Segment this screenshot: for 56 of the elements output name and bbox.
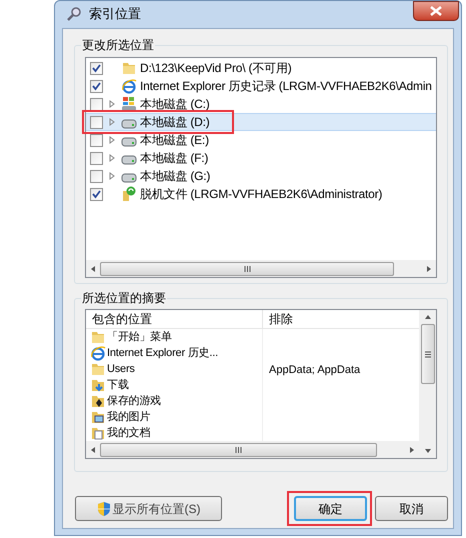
tree-item-label[interactable]: 本地磁盘 (C:): [140, 96, 210, 112]
table-cell: 下载: [107, 378, 129, 392]
checkbox[interactable]: [90, 188, 103, 200]
grip-icon: [235, 446, 242, 453]
vertical-scrollbar[interactable]: [419, 310, 436, 458]
close-button[interactable]: [413, 1, 459, 21]
browser-icon: [90, 345, 106, 362]
column-header[interactable]: 排除: [263, 310, 419, 328]
pictures-folder-icon: [90, 409, 106, 426]
checkbox[interactable]: [90, 62, 103, 74]
grip-icon: [244, 266, 250, 272]
close-icon: [430, 6, 442, 16]
games-folder-icon: [90, 393, 106, 410]
checkbox[interactable]: [90, 80, 103, 92]
show-all-button[interactable]: 显示所有位置(S): [75, 496, 222, 521]
tree-item-label[interactable]: 本地磁盘 (G:): [140, 168, 210, 184]
folder-icon: [90, 329, 106, 346]
folder-icon: [121, 60, 137, 76]
tree-item-label[interactable]: 脱机文件 (LRGM-VVFHAEB2K6\Administrator): [140, 186, 382, 202]
group-label: 所选位置的摘要: [81, 290, 167, 306]
checkbox[interactable]: [90, 170, 103, 182]
table-cell: 保存的游戏: [107, 394, 162, 408]
browser-icon: [121, 78, 137, 94]
table-cell: Users: [107, 362, 135, 376]
table-cell: 我的文档: [107, 426, 150, 440]
tree-item-label[interactable]: Internet Explorer 历史记录 (LRGM-VVFHAEB2K6\Admin: [140, 78, 432, 94]
table-cell: 「开始」菜单: [107, 330, 172, 344]
horizontal-scrollbar[interactable]: [86, 441, 419, 458]
table-cell: 我的图片: [107, 410, 150, 424]
window-title: 索引位置: [89, 6, 141, 22]
checkbox[interactable]: [90, 134, 103, 146]
table-cell: Internet Explorer 历史...: [107, 346, 218, 360]
checkbox[interactable]: [90, 116, 103, 128]
grip-icon: [424, 350, 430, 358]
cancel-button[interactable]: 取消: [375, 496, 448, 521]
folder-icon: [90, 361, 106, 378]
horizontal-scrollbar[interactable]: [86, 260, 436, 277]
tree-item-label[interactable]: 本地磁盘 (F:): [140, 150, 208, 166]
search-icon: [67, 6, 83, 22]
tree-item-label[interactable]: D:\123\KeepVid Pro\ (不可用): [140, 60, 292, 76]
checkbox[interactable]: [90, 152, 103, 164]
tree-item-label[interactable]: 本地磁盘 (D:): [140, 114, 210, 130]
ok-button[interactable]: 确定: [294, 496, 367, 521]
shield-icon: [96, 500, 110, 516]
scrollbar-thumb[interactable]: [420, 324, 434, 384]
column-header[interactable]: 包含的位置: [86, 310, 263, 328]
table-cell: AppData; AppData: [269, 364, 360, 376]
download-folder-icon: [90, 377, 106, 394]
sync-folder-icon: [121, 186, 137, 202]
group-label: 更改所选位置: [81, 37, 155, 53]
checkbox[interactable]: [90, 98, 103, 110]
tree-item-label[interactable]: 本地磁盘 (E:): [140, 132, 209, 148]
documents-folder-icon: [90, 425, 106, 442]
scrollbar-thumb[interactable]: [100, 262, 394, 276]
drive-icon: [121, 96, 137, 112]
scrollbar-thumb[interactable]: [100, 442, 377, 457]
